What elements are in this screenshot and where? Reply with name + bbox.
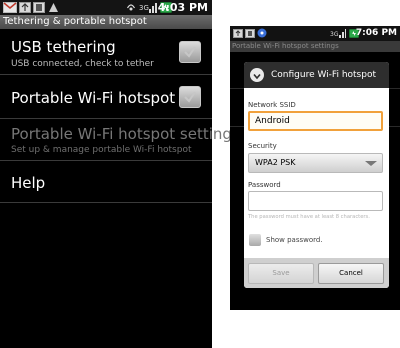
screen-title: Tethering & portable hotspot (3, 16, 147, 27)
screen-title-bar: Portable Wi-Fi hotspot settings (230, 41, 400, 52)
status-bar: 3G 4:03 PM (0, 0, 212, 15)
usb-icon (233, 29, 243, 38)
tethering-screen: 3G 4:03 PM Tethering & portable hotspot … (0, 0, 240, 348)
svg-text:3G: 3G (139, 4, 149, 12)
wifi-hotspot-settings-label: Portable Wi-Fi hotspot settings (11, 125, 240, 143)
sd-card-icon (33, 2, 45, 13)
password-input[interactable] (248, 191, 383, 211)
status-bar: 3G 7:06 PM (230, 26, 400, 41)
hotspot-icon (257, 28, 267, 38)
sd-card-icon (245, 29, 255, 38)
ssid-label: Network SSID (248, 101, 296, 109)
checkbox-empty-icon (184, 91, 196, 103)
dialog-icon (250, 68, 264, 82)
security-value: WPA2 PSK (255, 158, 296, 167)
chevron-down-icon (253, 73, 261, 80)
checkbox-empty-icon (184, 46, 196, 58)
signal-icon: 3G (330, 29, 346, 38)
dropdown-arrow-icon (365, 161, 377, 166)
status-time: 4:03 PM (157, 1, 208, 14)
save-button[interactable]: Save (248, 263, 314, 284)
gmail-icon (3, 2, 17, 13)
cancel-button[interactable]: Cancel (318, 263, 384, 284)
dialog-header: Configure Wi-Fi hotspot (244, 62, 389, 88)
screen-title: Portable Wi-Fi hotspot settings (232, 42, 339, 50)
security-select[interactable]: WPA2 PSK (248, 153, 383, 173)
usb-icon (19, 2, 31, 13)
screen-title-bar: Tethering & portable hotspot (0, 15, 212, 29)
help-label: Help (11, 174, 46, 192)
dialog-title: Configure Wi-Fi hotspot (271, 70, 376, 80)
hotspot-settings-screen: 3G 7:06 PM Portable Wi-Fi hotspot settin… (230, 26, 400, 310)
password-label: Password (248, 181, 281, 189)
show-password-checkbox[interactable] (249, 234, 261, 246)
wifi-hotspot-settings-summary: Set up & manage portable Wi-Fi hotspot (11, 145, 192, 155)
password-hint: The password must have at least 8 charac… (248, 214, 370, 220)
status-time: 7:06 PM (355, 28, 397, 38)
dialog-button-bar: Save Cancel (244, 258, 389, 288)
hotspot-icon (126, 4, 136, 11)
wifi-hotspot-row[interactable]: Portable Wi-Fi hotspot (0, 75, 212, 119)
help-row[interactable]: Help (0, 161, 212, 203)
usb-tethering-checkbox[interactable] (179, 41, 201, 63)
ssid-value: Android (255, 116, 290, 126)
usb-tethering-summary: USB connected, check to tether (11, 59, 154, 69)
configure-hotspot-dialog: Configure Wi-Fi hotspot Network SSID And… (244, 62, 389, 288)
wifi-hotspot-settings-row[interactable]: Portable Wi-Fi hotspot settings Set up &… (0, 119, 240, 161)
ssid-input[interactable]: Android (248, 111, 383, 131)
wifi-hotspot-checkbox[interactable] (179, 86, 201, 108)
show-password-label: Show password. (266, 236, 323, 244)
usb-tethering-label: USB tethering (11, 38, 116, 56)
notification-icon (49, 3, 58, 12)
signal-icon: 3G (139, 3, 157, 13)
svg-text:3G: 3G (330, 31, 339, 38)
security-label: Security (248, 142, 277, 150)
wifi-hotspot-label: Portable Wi-Fi hotspot (11, 89, 176, 107)
usb-tethering-row[interactable]: USB tethering USB connected, check to te… (0, 29, 212, 75)
